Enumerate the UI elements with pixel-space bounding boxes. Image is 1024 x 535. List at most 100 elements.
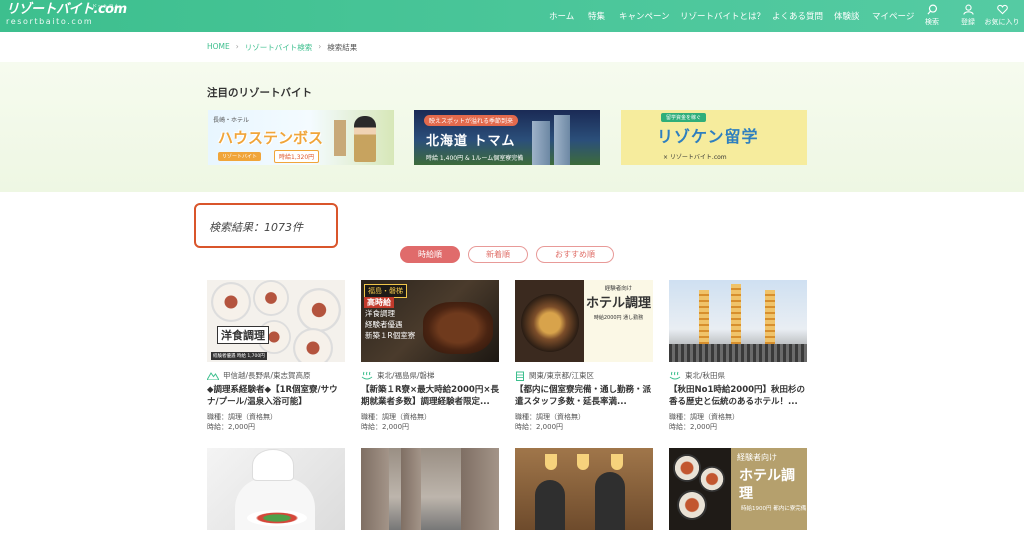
favorites-label: お気に入り: [984, 18, 1020, 26]
job-wage: 時給：2,000円: [207, 423, 256, 431]
banner-pill: リゾートバイト: [218, 152, 262, 161]
breadcrumb-separator: ›: [318, 42, 322, 51]
featured-section: 注目のリゾートバイト 長崎・ホテル ハウステンボス リゾートバイト 時給1,32…: [0, 62, 1024, 192]
banner-title: リゾケン留学: [657, 127, 759, 146]
thumb-line: 洋食調理: [365, 309, 395, 318]
thumb-highlight: 高時給: [364, 297, 394, 308]
nav-home[interactable]: ホーム: [549, 10, 574, 22]
job-wage: 時給：2,000円: [515, 423, 564, 431]
job-thumbnail: [361, 448, 499, 530]
job-wage: 時給：2,000円: [361, 423, 410, 431]
job-type: 職種：調理（資格無）: [515, 413, 585, 421]
banner-tag: 留学資金を稼ぐ: [661, 113, 707, 122]
site-logo[interactable]: リゾートバイト.com resortbaito.com ドットコム: [6, 3, 127, 27]
sort-new[interactable]: 新着順: [468, 246, 528, 263]
job-area-text: 東北/秋田県: [685, 371, 726, 380]
job-card[interactable]: 洋食調理 経験者優遇 時給 1,700円 甲信越/長野県/東志賀高原 ◆調理系経…: [207, 280, 345, 432]
job-title[interactable]: ◆調理系経験者◆【1R個室寮/サウナ/プール/温泉入浴可能】: [207, 384, 345, 408]
job-thumbnail: [669, 280, 807, 362]
banner-huis-ten-bosch[interactable]: 長崎・ホテル ハウステンボス リゾートバイト 時給1,320円: [208, 110, 394, 165]
nav-about[interactable]: リゾートバイトとは？: [680, 10, 765, 22]
thumb-text: 経験者向け: [737, 453, 777, 462]
job-area: 東北/秋田県: [669, 370, 807, 381]
job-area-text: 関東/東京都/江東区: [529, 371, 595, 380]
banner-building-image: [532, 121, 550, 165]
nav-faq[interactable]: よくある質問: [772, 10, 823, 22]
job-thumbnail: [515, 448, 653, 530]
job-thumbnail: 経験者向け ホテル調理 時給1900円 都内に寮完備: [669, 448, 807, 530]
job-card[interactable]: 経験者向け ホテル調理 時給1900円 都内に寮完備: [669, 448, 807, 530]
job-title[interactable]: 【新築１R寮×最大時給2000円×長期就業者多数】調理経験者限定...: [361, 384, 499, 408]
job-card[interactable]: [361, 448, 499, 530]
search-button[interactable]: 検索: [912, 4, 952, 27]
banner-building-image: [554, 115, 570, 165]
thumb-text: ホテル調理: [739, 468, 795, 502]
nav-stories[interactable]: 体験談: [834, 10, 860, 22]
job-card[interactable]: 福島・磐梯 高時給 洋食調理 経験者優遇 新築１R個室寮 東北/福島県/磐梯 【…: [361, 280, 499, 432]
thumb-line: 新築１R個室寮: [365, 331, 416, 340]
search-icon: [926, 4, 937, 15]
job-type: 職種：調理（資格無）: [207, 413, 277, 421]
nav-mypage[interactable]: マイページ: [872, 10, 914, 22]
job-thumbnail: 福島・磐梯 高時給 洋食調理 経験者優遇 新築１R個室寮: [361, 280, 499, 362]
banner-person-image: [354, 116, 376, 162]
hot-spring-icon: [669, 371, 681, 380]
job-area: 関東/東京都/江東区: [515, 370, 653, 381]
job-card[interactable]: [515, 448, 653, 530]
thumb-text: 時給1900円 都内に寮完備: [741, 506, 807, 512]
banner-wage: 時給1,320円: [274, 150, 320, 163]
job-thumbnail: [207, 448, 345, 530]
breadcrumb-search[interactable]: リゾートバイト検索: [245, 42, 313, 53]
job-card[interactable]: 東北/秋田県 【秋田No1時給2000円】秋田杉の香る歴史と伝統のあるホテル！.…: [669, 280, 807, 432]
banner-subtitle: × リゾートバイト.com: [663, 154, 727, 161]
result-count-box: 検索結果：1073件: [194, 203, 338, 248]
thumb-label: 洋食調理: [217, 326, 269, 344]
job-area: 東北/福島県/磐梯: [361, 370, 499, 381]
thumb-panel: 経験者向け ホテル調理 時給1900円 都内に寮完備: [731, 448, 807, 530]
favorites-button[interactable]: お気に入り: [982, 4, 1022, 27]
banner-title: ハウステンボス: [218, 129, 324, 147]
banner-subtitle: 時給 1,400円 & 1ルーム個室寮完備: [426, 155, 524, 162]
banner-tower-image: [334, 120, 346, 156]
thumb-text: 時給2000円 通し勤務: [593, 315, 644, 321]
banner-tag: 長崎・ホテル: [213, 117, 250, 124]
result-count: 検索結果：1073件: [209, 221, 303, 234]
header-icons: 検索 登録 お気に入り: [912, 4, 1024, 30]
sort-recommended[interactable]: おすすめ順: [536, 246, 614, 263]
register-label: 登録: [961, 18, 975, 26]
building-icon: [516, 371, 524, 381]
sort-wage[interactable]: 時給順: [400, 246, 460, 263]
banner-tag: 映えスポットが溢れる季節到来: [424, 115, 519, 126]
banner-rizoken[interactable]: 留学資金を稼ぐ リゾケン留学 × リゾートバイト.com: [621, 110, 807, 165]
nav-campaign[interactable]: キャンペーン: [619, 10, 670, 22]
thumb-text: 経験者向け: [604, 286, 633, 292]
thumb-lines: 洋食調理 経験者優遇 新築１R個室寮: [365, 308, 415, 341]
breadcrumb: HOME › リゾートバイト検索 › 検索結果: [207, 42, 357, 53]
job-thumbnail: 洋食調理 経験者優遇 時給 1,700円: [207, 280, 345, 362]
job-title[interactable]: 【秋田No1時給2000円】秋田杉の香る歴史と伝統のあるホテル！...: [669, 384, 807, 408]
job-wage: 時給：2,000円: [669, 423, 718, 431]
job-area-text: 甲信越/長野県/東志賀高原: [223, 371, 311, 380]
breadcrumb-current: 検索結果: [327, 43, 358, 52]
heart-icon: [996, 4, 1008, 15]
job-card[interactable]: [207, 448, 345, 530]
thumb-panel: 経験者向け ホテル調理 時給2000円 通し勤務: [584, 280, 653, 362]
job-thumbnail: 経験者向け ホテル調理 時給2000円 通し勤務: [515, 280, 653, 362]
job-card[interactable]: 経験者向け ホテル調理 時給2000円 通し勤務 関東/東京都/江東区 【都内に…: [515, 280, 653, 432]
hot-spring-icon: [361, 371, 373, 380]
user-icon: [962, 4, 974, 15]
banner-tomamu[interactable]: 映えスポットが溢れる季節到来 北海道 トマム 時給 1,400円 & 1ルーム個…: [414, 110, 600, 165]
breadcrumb-home[interactable]: HOME: [207, 42, 230, 53]
logo-dotcom: ドットコム: [92, 4, 120, 10]
banner-title: 北海道 トマム: [426, 134, 516, 149]
logo-subtext: resortbaito.com: [6, 17, 94, 26]
job-title[interactable]: 【都内に個室寮完備・通し勤務・派遣スタッフ多数・延長率満...: [515, 384, 653, 408]
nav-feature[interactable]: 特集: [588, 10, 605, 22]
thumb-line: 経験者優遇: [365, 320, 403, 329]
thumb-text: ホテル調理: [585, 296, 651, 311]
mountain-icon: [207, 372, 219, 380]
job-type: 職種：調理（資格無）: [669, 413, 739, 421]
job-type: 職種：調理（資格無）: [361, 413, 431, 421]
thumb-strip: 経験者優遇 時給 1,700円: [211, 352, 267, 360]
search-label: 検索: [925, 18, 939, 26]
